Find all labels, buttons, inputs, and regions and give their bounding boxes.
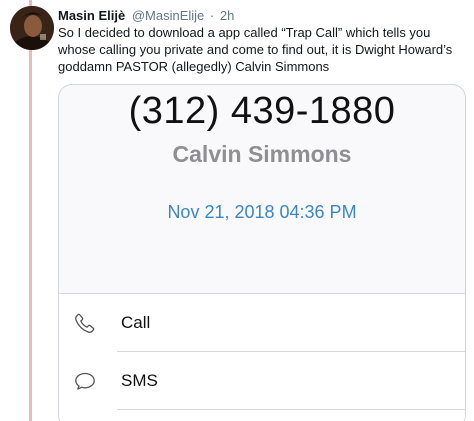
phone-icon [73, 311, 97, 335]
avatar[interactable] [10, 6, 54, 50]
header-separator: · [209, 8, 215, 23]
phone-number: (312) 439-1880 [128, 90, 396, 132]
author-name[interactable]: Masin Elijè [58, 8, 125, 23]
sms-label: SMS [121, 371, 158, 390]
author-handle[interactable]: @MasinElije [132, 8, 204, 23]
contact-name: Calvin Simmons [172, 141, 352, 167]
tweet-header: Masin Elijè @MasinElije · 2h [58, 7, 234, 25]
speech-bubble-icon [73, 369, 97, 393]
thread-line [29, 0, 32, 421]
tweet-page: Masin Elijè @MasinElije · 2h So I decide… [0, 0, 474, 421]
avatar-photo-icon [10, 6, 54, 50]
sms-action-row[interactable]: SMS [59, 352, 465, 410]
tweet-text: So I decided to download a app called “T… [58, 25, 453, 74]
call-label: Call [121, 313, 151, 332]
attached-screenshot[interactable]: (312) 439-1880 Calvin Simmons Nov 21, 20… [58, 84, 466, 421]
actions-panel: Call SMS [59, 293, 465, 421]
call-action-row[interactable]: Call [59, 294, 465, 352]
row-divider [117, 409, 465, 410]
call-date: Nov 21, 2018 04:36 PM [167, 202, 357, 222]
tweet-timestamp[interactable]: 2h [220, 8, 234, 23]
